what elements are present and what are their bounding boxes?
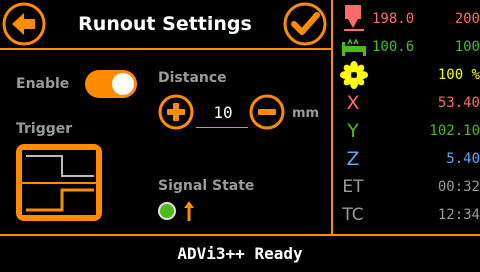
increase-distance-button[interactable] [158,94,194,130]
elapsed-time-row: ET 00:32 [338,172,480,202]
enable-toggle[interactable] [85,70,137,98]
x-axis-label: X [346,92,360,114]
time-clock: 12:34 [437,207,480,223]
checkmark-icon [283,2,327,46]
x-row: X 53.40 [338,88,480,118]
bed-row: 100.6 100 [338,32,480,62]
minus-icon [249,94,285,130]
hotend-icon [344,5,364,31]
fan-row: 100 % [338,60,480,90]
status-bar-divider [0,234,480,236]
trigger-label: Trigger [16,121,73,137]
plus-icon [158,94,194,130]
z-position: 5.40 [446,151,480,167]
time-clock-row: TC 12:34 [338,200,480,230]
distance-unit: mm [292,106,320,121]
trigger-mode-button[interactable] [16,144,102,221]
elapsed-time: 00:32 [437,179,480,195]
arrow-up-icon [184,201,194,221]
hotend-row: 198.0 200 [338,4,480,34]
save-button[interactable] [283,2,327,46]
enable-label: Enable [16,76,70,92]
fan-icon [340,61,368,89]
distance-value[interactable]: 10 [196,100,250,126]
signal-indicator [158,202,176,220]
hotend-temp-current: 198.0 [372,11,415,27]
signal-state-label: Signal State [158,178,255,194]
elapsed-time-label: ET [342,177,364,197]
bed-temp-target: 100 [454,39,480,55]
distance-label: Distance [158,70,227,86]
y-position: 102.10 [429,123,480,139]
bed-icon [342,38,366,56]
time-clock-label: TC [342,205,364,225]
page-title: Runout Settings [78,13,252,35]
back-button[interactable] [2,2,46,46]
bed-temp-current: 100.6 [372,39,415,55]
falling-edge-icon [22,150,96,215]
y-row: Y 102.10 [338,116,480,146]
z-row: Z 5.40 [338,144,480,174]
back-arrow-icon [2,2,46,46]
x-position: 53.40 [437,95,480,111]
decrease-distance-button[interactable] [249,94,285,130]
hotend-temp-target: 200 [454,11,480,27]
header-divider [0,48,331,50]
y-axis-label: Y [347,120,359,142]
status-message: ADVi3++ Ready [177,244,303,263]
z-axis-label: Z [346,148,360,170]
toggle-knob [112,73,134,95]
distance-underline [196,127,248,128]
fan-speed: 100 % [437,67,480,83]
panel-divider [331,0,333,236]
